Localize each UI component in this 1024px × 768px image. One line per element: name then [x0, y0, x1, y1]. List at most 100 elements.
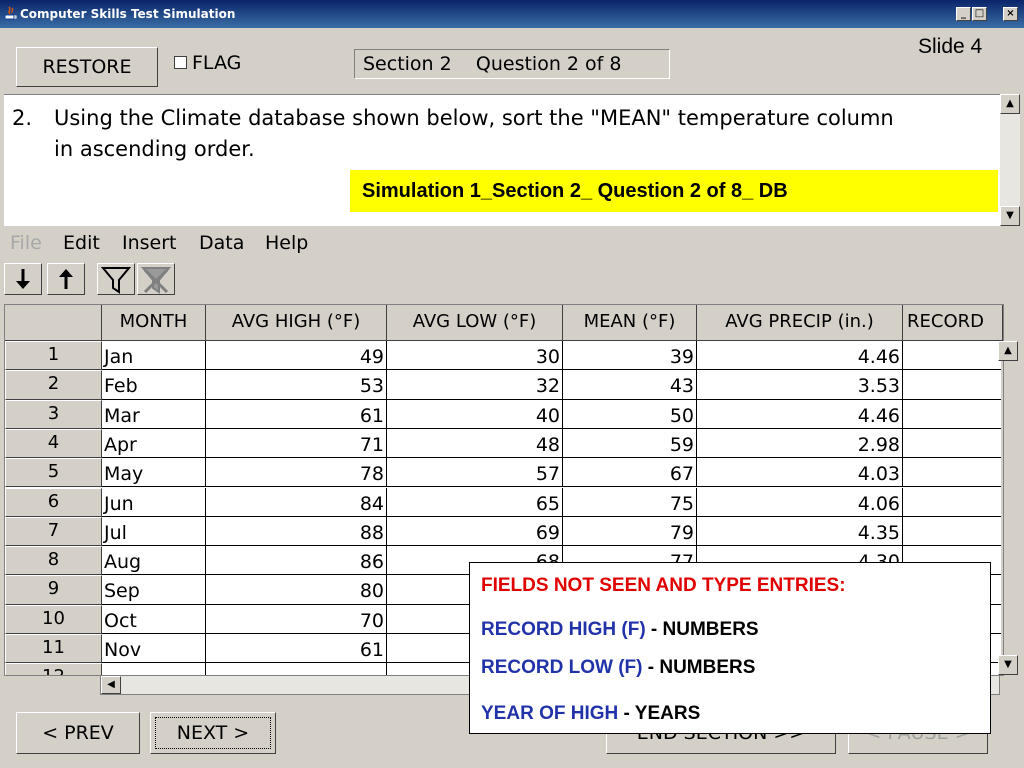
menu-edit[interactable]: Edit: [63, 232, 100, 254]
menu-insert[interactable]: Insert: [122, 232, 177, 254]
cell-month[interactable]: Jan: [102, 341, 206, 371]
filter-button[interactable]: [97, 263, 135, 295]
grid-corner: [5, 305, 102, 341]
cell-precip[interactable]: 3.53: [697, 370, 903, 400]
row-header[interactable]: 11: [5, 634, 102, 664]
scroll-down-icon[interactable]: ▼: [1000, 206, 1020, 226]
cell-record[interactable]: [903, 516, 1003, 547]
cell-mean[interactable]: 79: [563, 516, 697, 547]
cell-month[interactable]: Feb: [102, 370, 206, 400]
cell-precip[interactable]: 4.46: [697, 341, 903, 371]
restore-button[interactable]: RESTORE: [16, 47, 158, 87]
grid-scroll-up-icon[interactable]: ▲: [998, 341, 1018, 361]
cell-month[interactable]: Aug: [102, 546, 206, 576]
cell-high[interactable]: 61: [206, 634, 387, 664]
cell-high[interactable]: 78: [206, 458, 387, 488]
cell-high[interactable]: 53: [206, 370, 387, 400]
close-button[interactable]: ×: [1003, 7, 1018, 21]
cell-precip[interactable]: 4.35: [697, 516, 903, 547]
cell-high[interactable]: 84: [206, 487, 387, 517]
row-header[interactable]: 2: [5, 370, 102, 400]
minimize-button[interactable]: _: [956, 7, 971, 21]
menu-file[interactable]: File: [10, 232, 42, 254]
cell-mean[interactable]: 39: [563, 341, 697, 371]
cell-month[interactable]: Oct: [102, 604, 206, 634]
cell-high[interactable]: 49: [206, 341, 387, 371]
cell-low[interactable]: 30: [387, 341, 563, 371]
row-header[interactable]: 8: [5, 546, 102, 576]
cell-high[interactable]: 80: [206, 575, 387, 605]
row-header[interactable]: 9: [5, 575, 102, 605]
cell-precip[interactable]: 2.98: [697, 428, 903, 459]
cell-mean[interactable]: 50: [563, 399, 697, 429]
cell-low[interactable]: 32: [387, 370, 563, 400]
cell-month[interactable]: Jun: [102, 487, 206, 517]
menu-data[interactable]: Data: [199, 232, 244, 254]
flag-label: FLAG: [192, 52, 242, 74]
grid-vertical-scrollbar[interactable]: [1001, 341, 1003, 675]
row-header[interactable]: 3: [5, 399, 102, 429]
cell-record[interactable]: [903, 341, 1003, 371]
cell-month[interactable]: Sep: [102, 575, 206, 605]
cell-precip[interactable]: 4.03: [697, 458, 903, 488]
cell-month[interactable]: Mar: [102, 399, 206, 429]
cell-high[interactable]: 86: [206, 546, 387, 576]
callout-heading: FIELDS NOT SEEN AND TYPE ENTRIES:: [481, 575, 846, 596]
cell-high[interactable]: 70: [206, 604, 387, 634]
cell-low[interactable]: 69: [387, 516, 563, 547]
cell-precip[interactable]: 4.06: [697, 487, 903, 517]
menu-help[interactable]: Help: [265, 232, 308, 254]
row-header[interactable]: 7: [5, 516, 102, 547]
row-header[interactable]: 5: [5, 458, 102, 488]
cell-record[interactable]: [903, 458, 1003, 488]
column-header-avg-precip[interactable]: AVG PRECIP (in.): [697, 305, 903, 341]
cell-low[interactable]: 57: [387, 458, 563, 488]
funnel-clear-icon: [140, 267, 172, 294]
cell-high[interactable]: 71: [206, 428, 387, 459]
flag-checkbox[interactable]: [174, 56, 187, 69]
clear-filter-button[interactable]: [137, 263, 175, 295]
cell-mean[interactable]: 59: [563, 428, 697, 459]
cell-mean[interactable]: 67: [563, 458, 697, 488]
cell-low[interactable]: 48: [387, 428, 563, 459]
cell-month[interactable]: Apr: [102, 428, 206, 459]
row-header[interactable]: 4: [5, 428, 102, 459]
column-header-avg-high[interactable]: AVG HIGH (°F): [206, 305, 387, 341]
cell-mean[interactable]: 75: [563, 487, 697, 517]
sort-descending-button[interactable]: [4, 263, 42, 295]
callout-item: RECORD LOW (F) - NUMBERS: [481, 657, 755, 679]
grid-scroll-left-icon[interactable]: ◀: [101, 676, 121, 694]
row-header[interactable]: 12: [5, 663, 102, 675]
column-header-month[interactable]: MONTH: [102, 305, 206, 341]
section-indicator: Section 2 Question 2 of 8: [354, 49, 670, 79]
column-header-record[interactable]: RECORD: [903, 305, 1003, 341]
grid-scroll-down-icon[interactable]: ▼: [998, 655, 1018, 675]
callout-type: - NUMBERS: [642, 657, 756, 678]
cell-low[interactable]: 65: [387, 487, 563, 517]
cell-mean[interactable]: 43: [563, 370, 697, 400]
cell-record[interactable]: [903, 399, 1003, 429]
row-header[interactable]: 10: [5, 604, 102, 634]
cell-low[interactable]: 40: [387, 399, 563, 429]
cell-precip[interactable]: 4.46: [697, 399, 903, 429]
cell-month[interactable]: Jul: [102, 516, 206, 547]
column-header-avg-low[interactable]: AVG LOW (°F): [387, 305, 563, 341]
column-header-mean[interactable]: MEAN (°F): [563, 305, 697, 341]
prev-button[interactable]: < PREV: [16, 712, 140, 754]
cell-record[interactable]: [903, 487, 1003, 517]
row-header[interactable]: 6: [5, 487, 102, 517]
cell-high[interactable]: 88: [206, 516, 387, 547]
callout-item: RECORD HIGH (F) - NUMBERS: [481, 619, 759, 641]
cell-high[interactable]: 61: [206, 399, 387, 429]
row-header[interactable]: 1: [5, 341, 102, 371]
cell-record[interactable]: [903, 428, 1003, 459]
simulation-banner: Simulation 1_Section 2_ Question 2 of 8_…: [350, 170, 998, 212]
callout-field: YEAR OF HIGH: [481, 703, 619, 724]
cell-month[interactable]: May: [102, 458, 206, 488]
cell-record[interactable]: [903, 370, 1003, 400]
maximize-button[interactable]: □: [972, 7, 987, 21]
cell-month[interactable]: Nov: [102, 634, 206, 664]
sort-ascending-button[interactable]: [47, 263, 85, 295]
next-button[interactable]: NEXT >: [150, 712, 276, 754]
scroll-up-icon[interactable]: ▲: [1000, 94, 1020, 114]
